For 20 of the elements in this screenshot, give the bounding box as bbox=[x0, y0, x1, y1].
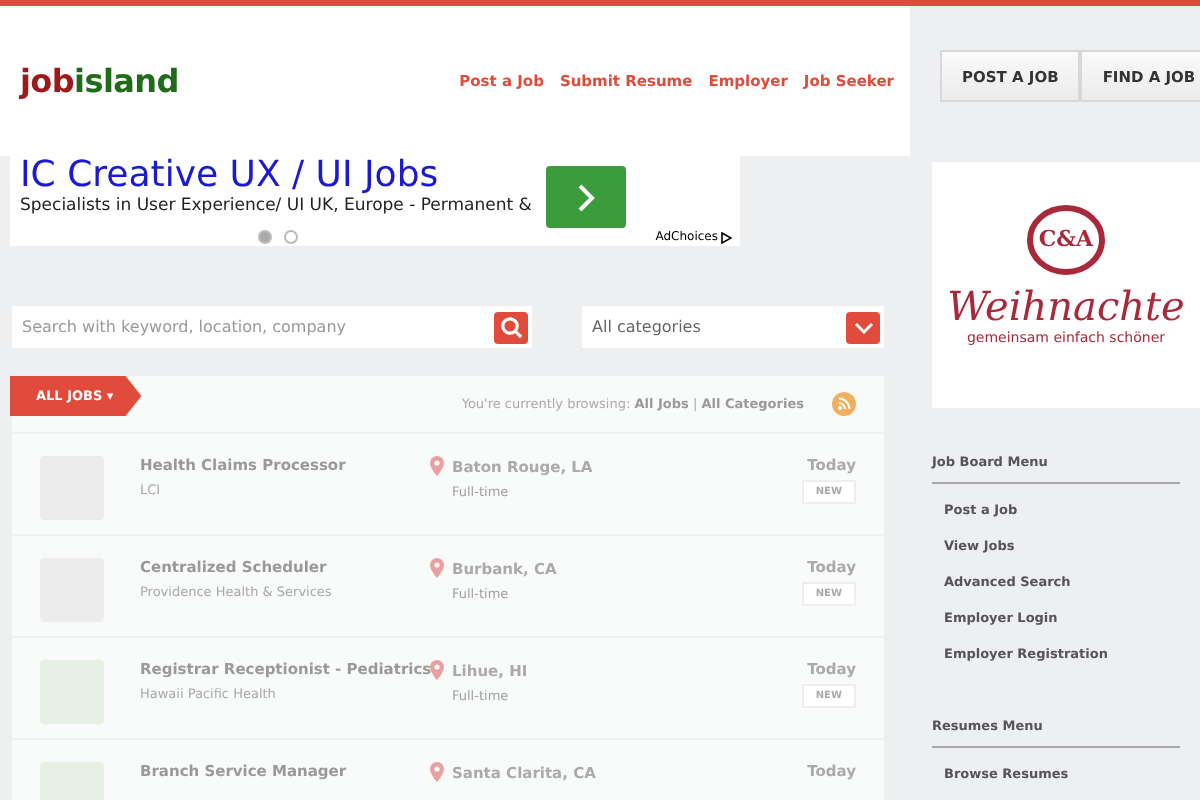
map-pin-icon bbox=[430, 762, 444, 782]
play-triangle-icon[interactable] bbox=[720, 231, 732, 243]
logo[interactable]: jobisland bbox=[20, 62, 179, 100]
search-field[interactable]: Search with keyword, location, company bbox=[12, 306, 532, 348]
ad-headline: Weihnachte bbox=[947, 282, 1185, 330]
chevron-down-icon bbox=[853, 321, 873, 333]
map-pin-icon bbox=[430, 558, 444, 578]
map-pin-icon bbox=[430, 456, 444, 476]
ad-arrow-button[interactable] bbox=[546, 166, 626, 228]
map-pin-icon bbox=[430, 660, 444, 680]
category-dropdown[interactable]: All categories bbox=[582, 306, 884, 348]
ad-title[interactable]: IC Creative UX / UI Jobs bbox=[20, 156, 439, 196]
chevron-right-icon bbox=[576, 181, 596, 213]
carousel-dot[interactable] bbox=[284, 230, 298, 244]
brand-emblem-icon bbox=[1026, 204, 1106, 276]
carousel-dot[interactable] bbox=[258, 230, 272, 244]
search-icon[interactable] bbox=[494, 311, 528, 343]
ad-description: Specialists in User Experience/ UI UK, Europe - Permanent & bbox=[20, 196, 532, 216]
rss-icon[interactable] bbox=[832, 392, 856, 416]
brand-name: C&A bbox=[1038, 226, 1094, 252]
